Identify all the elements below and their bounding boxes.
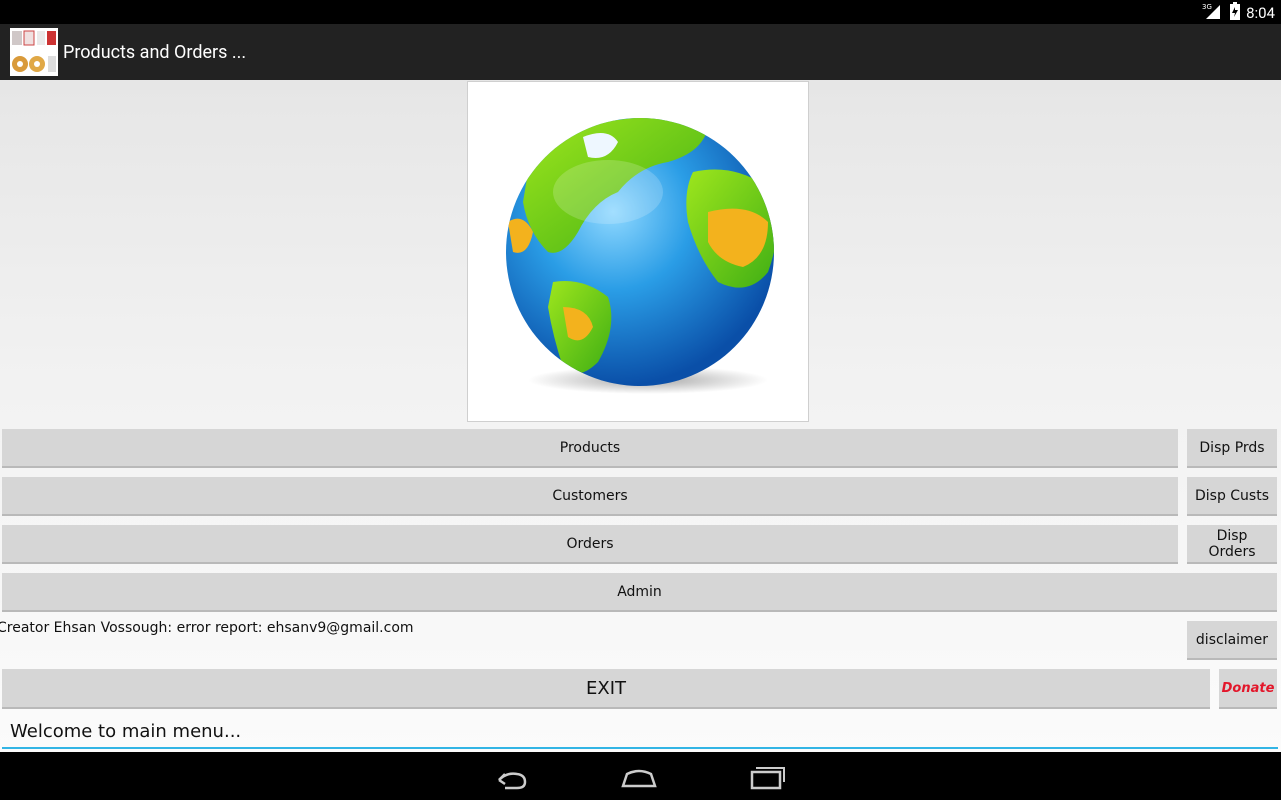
donate-button[interactable]: Donate xyxy=(1219,669,1277,709)
back-icon[interactable] xyxy=(491,760,531,792)
app-icon[interactable] xyxy=(10,28,58,76)
status-field-text: Welcome to main menu... xyxy=(10,721,242,742)
battery-icon xyxy=(1230,2,1241,24)
disclaimer-button[interactable]: disclaimer xyxy=(1187,621,1277,660)
svg-text:3G: 3G xyxy=(1202,3,1212,11)
globe-image xyxy=(467,81,809,422)
products-button[interactable]: Products xyxy=(2,429,1178,468)
customers-button[interactable]: Customers xyxy=(2,477,1178,516)
status-field[interactable]: Welcome to main menu... xyxy=(2,717,1278,749)
navigation-bar xyxy=(0,752,1281,800)
disp-customers-button[interactable]: Disp Custs xyxy=(1187,477,1277,516)
admin-button[interactable]: Admin xyxy=(2,573,1277,612)
disp-orders-button[interactable]: Disp Orders xyxy=(1187,525,1277,564)
main-content: Products Disp Prds Customers Disp Custs … xyxy=(0,80,1281,752)
exit-button[interactable]: EXIT xyxy=(2,669,1210,709)
signal-icon: 3G xyxy=(1202,2,1224,24)
orders-button[interactable]: Orders xyxy=(2,525,1178,564)
home-icon[interactable] xyxy=(619,760,659,792)
disp-products-button[interactable]: Disp Prds xyxy=(1187,429,1277,468)
status-indicators: 3G 8:04 xyxy=(1202,2,1275,24)
status-bar: 3G 8:04 xyxy=(0,0,1281,24)
creator-info: Creator Ehsan Vossough: error report: eh… xyxy=(0,620,414,636)
recents-icon[interactable] xyxy=(748,760,788,792)
clock: 8:04 xyxy=(1246,4,1275,22)
action-bar: Products and Orders ... xyxy=(0,24,1281,80)
app-title: Products and Orders ... xyxy=(63,41,247,63)
